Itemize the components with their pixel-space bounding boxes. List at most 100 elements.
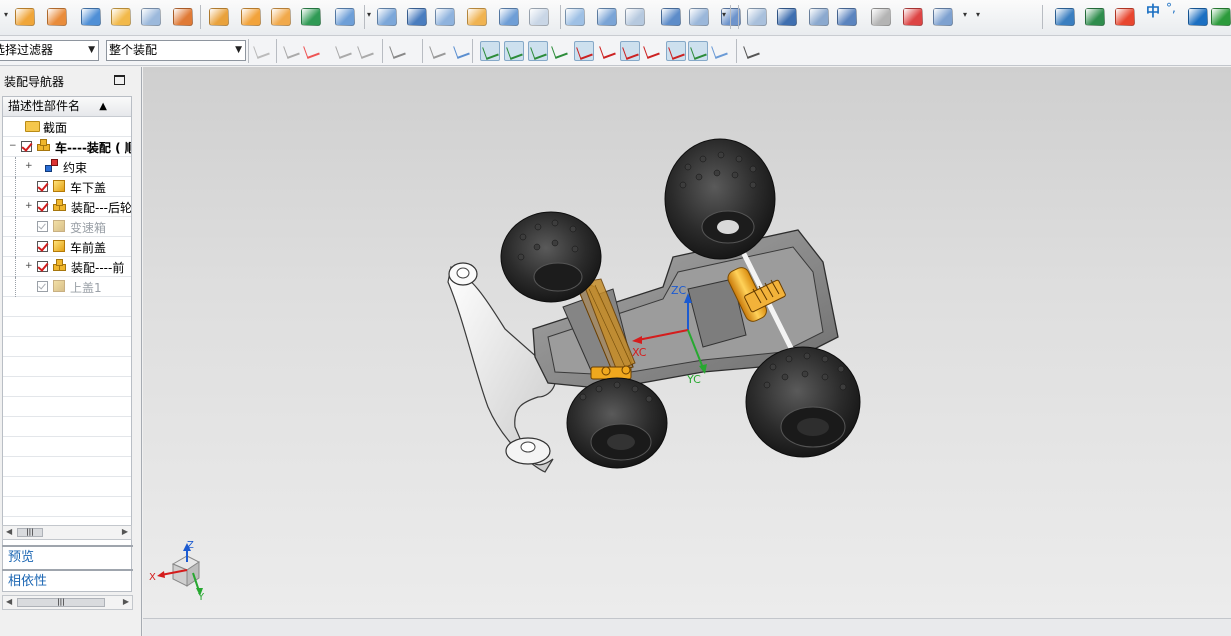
mesh-icon[interactable] <box>774 4 800 30</box>
trim-icon[interactable] <box>496 4 522 30</box>
tree-row[interactable]: + 约束 <box>3 157 131 177</box>
filter-settings-icon[interactable] <box>252 41 272 61</box>
revolve-icon[interactable] <box>138 4 164 30</box>
tree-row[interactable]: 车前盖 <box>3 237 131 257</box>
tire-rear-right[interactable] <box>745 346 861 458</box>
tree-row[interactable]: + 装配---后轮 <box>3 197 131 217</box>
mid-point-icon[interactable] <box>504 41 524 61</box>
scroll-right-icon[interactable]: ▶ <box>123 597 129 606</box>
swept-icon[interactable] <box>834 4 860 30</box>
empty-tree-row <box>3 477 131 497</box>
visibility-checkbox[interactable] <box>37 281 48 292</box>
quadrant-icon[interactable] <box>598 41 618 61</box>
scroll-thumb[interactable]: ||| <box>17 598 105 607</box>
tree-row[interactable]: − 车----装配 ( 顺 <box>3 137 131 157</box>
visibility-checkbox[interactable] <box>37 181 48 192</box>
replace-icon[interactable] <box>658 4 684 30</box>
bounded-grid-icon[interactable] <box>688 41 708 61</box>
rect-select-icon[interactable] <box>388 41 408 61</box>
union-icon[interactable] <box>298 4 324 30</box>
mirror-icon[interactable] <box>686 4 712 30</box>
boolean-icon[interactable] <box>332 4 358 30</box>
flange-icon[interactable] <box>930 4 956 30</box>
law-icon[interactable] <box>900 4 926 30</box>
chevron-down-icon[interactable]: ▾ <box>722 10 726 19</box>
ime-mode-label[interactable]: 中 <box>1146 1 1160 21</box>
grid-icon[interactable] <box>742 41 762 61</box>
scroll-right-icon[interactable]: ▶ <box>122 527 128 536</box>
tree-row[interactable]: 截面 <box>3 117 131 137</box>
preview-panel-link[interactable]: 预览 <box>2 545 133 569</box>
chevron-down-icon[interactable]: ▾ <box>976 10 980 19</box>
expand-icon[interactable]: + <box>25 262 33 271</box>
chevron-down-icon[interactable]: ▾ <box>367 10 371 19</box>
sphere-icon[interactable] <box>78 4 104 30</box>
pattern-icon[interactable] <box>238 4 264 30</box>
layers-icon[interactable] <box>1082 4 1108 30</box>
panel-horizontal-scrollbar[interactable]: ◀ ||| ▶ <box>2 595 133 610</box>
body-select-icon[interactable] <box>452 41 472 61</box>
end-point-icon[interactable] <box>480 41 500 61</box>
tree-horizontal-scrollbar[interactable]: ◀ ||| ▶ <box>2 525 132 540</box>
ime-logo-icon[interactable] <box>1112 4 1138 30</box>
face-rule-icon[interactable] <box>356 41 376 61</box>
snap-toggle-icon[interactable] <box>282 41 302 61</box>
cylinder-icon[interactable] <box>44 4 70 30</box>
intersection-icon[interactable] <box>550 41 570 61</box>
tree-row[interactable]: 变速箱 <box>3 217 131 237</box>
surface-icon[interactable] <box>744 4 770 30</box>
block-icon[interactable] <box>12 4 38 30</box>
layer-settings-icon[interactable] <box>1052 4 1078 30</box>
patch-icon[interactable] <box>622 4 648 30</box>
tree-row[interactable]: 车下盖 <box>3 177 131 197</box>
thicken-icon[interactable] <box>562 4 588 30</box>
array-icon[interactable] <box>268 4 294 30</box>
visibility-checkbox[interactable] <box>21 141 32 152</box>
tree-row[interactable]: 上盖1 <box>3 277 131 297</box>
visibility-checkbox[interactable] <box>37 261 48 272</box>
point-snap-icon[interactable] <box>302 41 322 61</box>
styled-icon[interactable] <box>868 4 894 30</box>
tire-front-right[interactable] <box>566 377 668 469</box>
expand-icon[interactable]: + <box>25 202 33 211</box>
maximize-icon[interactable] <box>114 75 125 85</box>
point-on-face-icon[interactable] <box>666 41 686 61</box>
checkmark-icon[interactable] <box>1208 4 1231 30</box>
tire-front-left[interactable] <box>500 211 602 303</box>
chevron-down-icon[interactable]: ▾ <box>963 10 967 19</box>
scroll-left-icon[interactable]: ◀ <box>6 597 12 606</box>
hole-icon[interactable] <box>206 4 232 30</box>
visibility-checkbox[interactable] <box>37 201 48 212</box>
offset-icon[interactable] <box>464 4 490 30</box>
sew-icon[interactable] <box>594 4 620 30</box>
tree-guide-line <box>15 177 16 197</box>
scroll-left-icon[interactable]: ◀ <box>6 527 12 536</box>
selection-scope-select[interactable]: 整个装配 ▼ <box>106 40 246 61</box>
extrude-icon[interactable] <box>108 4 134 30</box>
shell-icon[interactable] <box>170 4 196 30</box>
tree-row[interactable]: + 装配----前 <box>3 257 131 277</box>
chevron-down-icon[interactable]: ▾ <box>4 10 8 19</box>
draft-icon[interactable] <box>432 4 458 30</box>
graphics-viewport[interactable]: ZC XC YC Z X Y <box>143 67 1231 618</box>
blend-icon[interactable] <box>374 4 400 30</box>
scroll-thumb[interactable]: ||| <box>17 528 43 537</box>
point-on-curve-icon[interactable] <box>642 41 662 61</box>
split-icon[interactable] <box>526 4 552 30</box>
curve-rule-icon[interactable] <box>334 41 354 61</box>
visibility-checkbox[interactable] <box>37 241 48 252</box>
column-header-part-name[interactable]: 描述性部件名 ▲ <box>3 97 131 117</box>
chamfer-icon[interactable] <box>404 4 430 30</box>
collapse-icon[interactable]: − <box>9 142 17 151</box>
dependency-panel-link[interactable]: 相依性 <box>2 569 133 593</box>
visibility-checkbox[interactable] <box>37 221 48 232</box>
existing-point-icon[interactable] <box>620 41 640 61</box>
control-point-icon[interactable] <box>528 41 548 61</box>
expand-icon[interactable]: + <box>25 162 33 171</box>
ime-punctuation-label[interactable]: °, <box>1166 1 1176 15</box>
type-filter-select[interactable]: 选择过滤器 ▼ <box>0 40 99 61</box>
arc-center-icon[interactable] <box>574 41 594 61</box>
show-hide-icon[interactable] <box>428 41 448 61</box>
through-curves-icon[interactable] <box>806 4 832 30</box>
face-point-icon[interactable] <box>710 41 730 61</box>
